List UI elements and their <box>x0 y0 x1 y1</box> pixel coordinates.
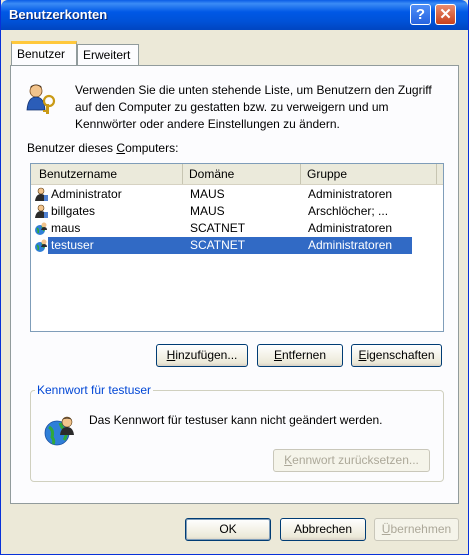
properties-button[interactable]: Eigenschaften <box>351 344 442 367</box>
cell-username: testuser <box>48 237 187 254</box>
add-button[interactable]: Hinzufügen... <box>156 344 248 367</box>
cancel-button[interactable]: Abbrechen <box>280 518 366 541</box>
password-info-text: Das Kennwort für testuser kann nicht geä… <box>89 413 383 427</box>
table-row[interactable]: Administrator MAUS Administratoren <box>31 186 443 203</box>
cell-username: billgates <box>51 204 96 218</box>
globe-user-icon <box>44 416 74 446</box>
cell-group: Administratoren <box>308 221 393 235</box>
users-listview[interactable]: Benutzername Domäne Gruppe Administrator… <box>30 163 444 332</box>
table-row[interactable]: billgates MAUS Arschlöcher; ... <box>31 203 443 220</box>
table-row[interactable]: maus SCATNET Administratoren <box>31 220 443 237</box>
close-icon: ✕ <box>439 6 452 23</box>
user-globe-icon <box>35 222 47 235</box>
cell-domain: SCATNET <box>187 237 305 254</box>
user-globe-icon <box>35 239 47 252</box>
apply-button[interactable]: Übernehmen <box>374 518 459 541</box>
tab-benutzer[interactable]: Benutzer <box>11 41 77 65</box>
column-header-domain[interactable]: Domäne <box>183 164 301 184</box>
list-header: Benutzername Domäne Gruppe <box>31 164 443 185</box>
ok-button[interactable]: OK <box>185 518 271 541</box>
user-icon <box>35 187 48 201</box>
column-header-group[interactable]: Gruppe <box>301 164 437 184</box>
remove-button[interactable]: Entfernen <box>257 344 343 367</box>
cell-domain: MAUS <box>190 204 225 218</box>
window-title: Benutzerkonten <box>9 7 108 22</box>
cell-domain: SCATNET <box>190 221 246 235</box>
cell-group: Arschlöcher; ... <box>308 204 389 218</box>
user-accounts-dialog: Benutzerkonten ? ✕ Benutzer Erweitert Ve… <box>0 0 469 555</box>
column-header-username[interactable]: Benutzername <box>31 164 183 184</box>
user-icon <box>35 204 48 218</box>
users-list-label: Benutzer dieses Computers: <box>27 141 179 155</box>
cell-group: Administratoren <box>308 187 393 201</box>
users-key-icon <box>26 84 56 114</box>
tab-erweitert[interactable]: Erweitert <box>77 44 139 65</box>
tab-panel-benutzer: Verwenden Sie die unten stehende Liste, … <box>10 65 459 504</box>
help-button[interactable]: ? <box>410 4 431 25</box>
help-icon: ? <box>415 6 426 23</box>
cell-username: maus <box>51 221 81 235</box>
close-button[interactable]: ✕ <box>435 4 456 25</box>
cell-username: Administrator <box>51 187 122 201</box>
title-bar[interactable]: Benutzerkonten ? ✕ <box>1 0 468 30</box>
cell-domain: MAUS <box>190 187 225 201</box>
cell-group: Administratoren <box>305 237 412 254</box>
password-group-title: Kennwort für testuser <box>35 383 154 397</box>
reset-password-button[interactable]: Kennwort zurücksetzen... <box>273 449 430 472</box>
table-row-selected[interactable]: testuser SCATNET Administratoren <box>31 237 443 254</box>
intro-text: Verwenden Sie die unten stehende Liste, … <box>75 83 432 131</box>
